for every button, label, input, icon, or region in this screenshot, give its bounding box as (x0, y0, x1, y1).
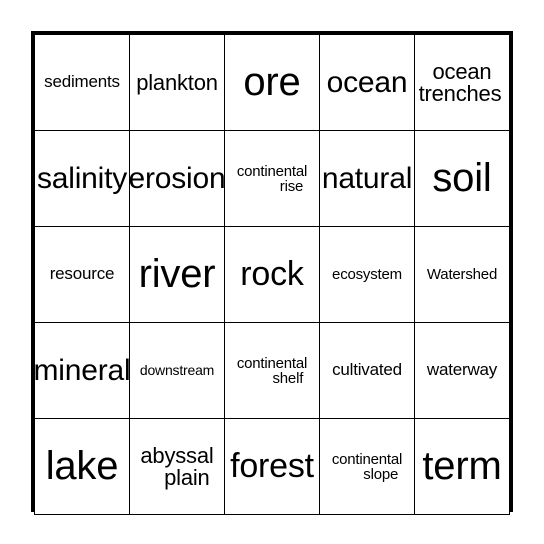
bingo-cell[interactable]: ecosystem (319, 226, 415, 323)
bingo-row: sediments plankton ore ocean ocean trenches (34, 34, 510, 131)
bingo-cell[interactable]: rock (224, 226, 320, 323)
bingo-cell-label: river (138, 252, 216, 297)
bingo-cell[interactable]: sediments (34, 34, 130, 131)
bingo-cell[interactable]: soil (414, 130, 510, 227)
bingo-cell-label: ocean trenches (418, 58, 506, 106)
bingo-row: salinity erosion continental rise natural soi… (34, 130, 510, 227)
bingo-cell[interactable]: Watershed (414, 226, 510, 323)
bingo-cell-inner: term (416, 420, 509, 514)
bingo-cell[interactable]: salinity (34, 130, 130, 227)
bingo-cell[interactable]: ore (224, 34, 320, 131)
bingo-cell-inner: ore (226, 36, 319, 130)
bingo-cell[interactable]: lake (34, 418, 130, 515)
bingo-cell[interactable]: waterway (414, 322, 510, 419)
bingo-cell-label: cultivated (332, 360, 402, 380)
bingo-cell-label: soil (432, 156, 492, 201)
bingo-cell-inner: lake (36, 420, 129, 514)
bingo-cell[interactable]: plankton (129, 34, 225, 131)
bingo-row: resource river rock ecosystem Watershed (34, 226, 510, 323)
bingo-cell-label-line: ocean (432, 58, 492, 84)
bingo-cell[interactable]: continental slope (319, 418, 415, 515)
bingo-cell[interactable]: downstream (129, 322, 225, 419)
bingo-cell[interactable]: river (129, 226, 225, 323)
bingo-cell-label-line: continental (236, 354, 308, 372)
bingo-cell-inner: soil (416, 132, 509, 226)
bingo-cell-label: rock (240, 255, 304, 294)
bingo-cell-inner: cultivated (321, 324, 414, 418)
bingo-cell-inner: downstream (131, 324, 224, 418)
bingo-cell-label: forest (230, 447, 314, 486)
bingo-cell-inner: mineral (34, 324, 130, 418)
bingo-cell[interactable]: mineral (34, 322, 130, 419)
bingo-row: mineral downstream continental shelf cultiva… (34, 322, 510, 419)
bingo-cell-label-line: slope (363, 465, 399, 483)
bingo-cell-inner: continental shelf (226, 324, 319, 418)
bingo-cell-label: mineral (34, 353, 130, 387)
bingo-cell-label: sediments (44, 72, 120, 92)
bingo-cell-inner: rock (226, 228, 319, 322)
bingo-cell-label-line: rise (279, 177, 304, 195)
bingo-cell-label: natural (321, 161, 413, 195)
bingo-cell-inner: continental slope (321, 420, 414, 514)
bingo-cell-inner: ecosystem (321, 228, 414, 322)
bingo-cell-inner: ocean trenches (416, 36, 509, 130)
bingo-cell[interactable]: continental shelf (224, 322, 320, 419)
bingo-cell-inner: river (131, 228, 224, 322)
bingo-card: sediments plankton ore ocean ocean trenches sa… (31, 31, 513, 515)
bingo-cell-label: salinity (36, 161, 128, 195)
bingo-cell-label-line: plain (164, 464, 210, 490)
bingo-cell[interactable]: ocean (319, 34, 415, 131)
bingo-cell-inner: ocean (321, 36, 414, 130)
bingo-cell-label: waterway (426, 360, 498, 380)
bingo-cell[interactable]: natural (319, 130, 415, 227)
bingo-cell[interactable]: resource (34, 226, 130, 323)
bingo-cell-inner: sediments (36, 36, 129, 130)
bingo-cell-label: plankton (136, 69, 218, 95)
bingo-cell-label: downstream (139, 362, 215, 379)
bingo-cell-label-line: shelf (272, 369, 304, 387)
bingo-cell-inner: abyssal plain (131, 420, 224, 514)
bingo-cell-inner: Watershed (416, 228, 509, 322)
bingo-row: lake abyssal plain forest continental slope te… (34, 418, 510, 515)
bingo-grid-body: sediments plankton ore ocean ocean trenches sa… (34, 34, 510, 515)
bingo-cell-label-line: abyssal (140, 442, 214, 468)
bingo-cell-label: continental slope (331, 450, 403, 483)
bingo-cell[interactable]: erosion (129, 130, 225, 227)
bingo-cell-inner: salinity (36, 132, 129, 226)
bingo-cell-inner: resource (36, 228, 129, 322)
bingo-grid: sediments plankton ore ocean ocean trenches sa… (34, 34, 510, 515)
bingo-cell-label: ecosystem (332, 265, 402, 283)
bingo-cell-inner: waterway (416, 324, 509, 418)
bingo-cell[interactable]: forest (224, 418, 320, 515)
bingo-cell-label: ocean (326, 65, 408, 99)
bingo-cell-label: ore (243, 60, 301, 105)
bingo-cell-label: continental shelf (236, 354, 308, 387)
bingo-cell-label-line: continental (236, 162, 308, 180)
bingo-cell[interactable]: term (414, 418, 510, 515)
bingo-cell-label-line: continental (331, 450, 403, 468)
bingo-cell-inner: continental rise (226, 132, 319, 226)
bingo-cell-label-line: trenches (418, 80, 502, 106)
bingo-cell-label: Watershed (426, 265, 498, 283)
bingo-cell-label: lake (45, 444, 119, 489)
bingo-cell-inner: erosion (129, 132, 225, 226)
bingo-cell-inner: plankton (131, 36, 224, 130)
bingo-cell-inner: natural (321, 132, 414, 226)
bingo-cell[interactable]: abyssal plain (129, 418, 225, 515)
bingo-cell[interactable]: ocean trenches (414, 34, 510, 131)
bingo-cell-label: continental rise (236, 162, 308, 195)
bingo-cell[interactable]: continental rise (224, 130, 320, 227)
bingo-cell-label: abyssal plain (140, 442, 214, 490)
bingo-cell-label: term (422, 444, 502, 489)
bingo-cell-label: resource (49, 264, 115, 284)
bingo-cell[interactable]: cultivated (319, 322, 415, 419)
bingo-cell-label: erosion (129, 161, 225, 195)
bingo-cell-inner: forest (226, 420, 319, 514)
